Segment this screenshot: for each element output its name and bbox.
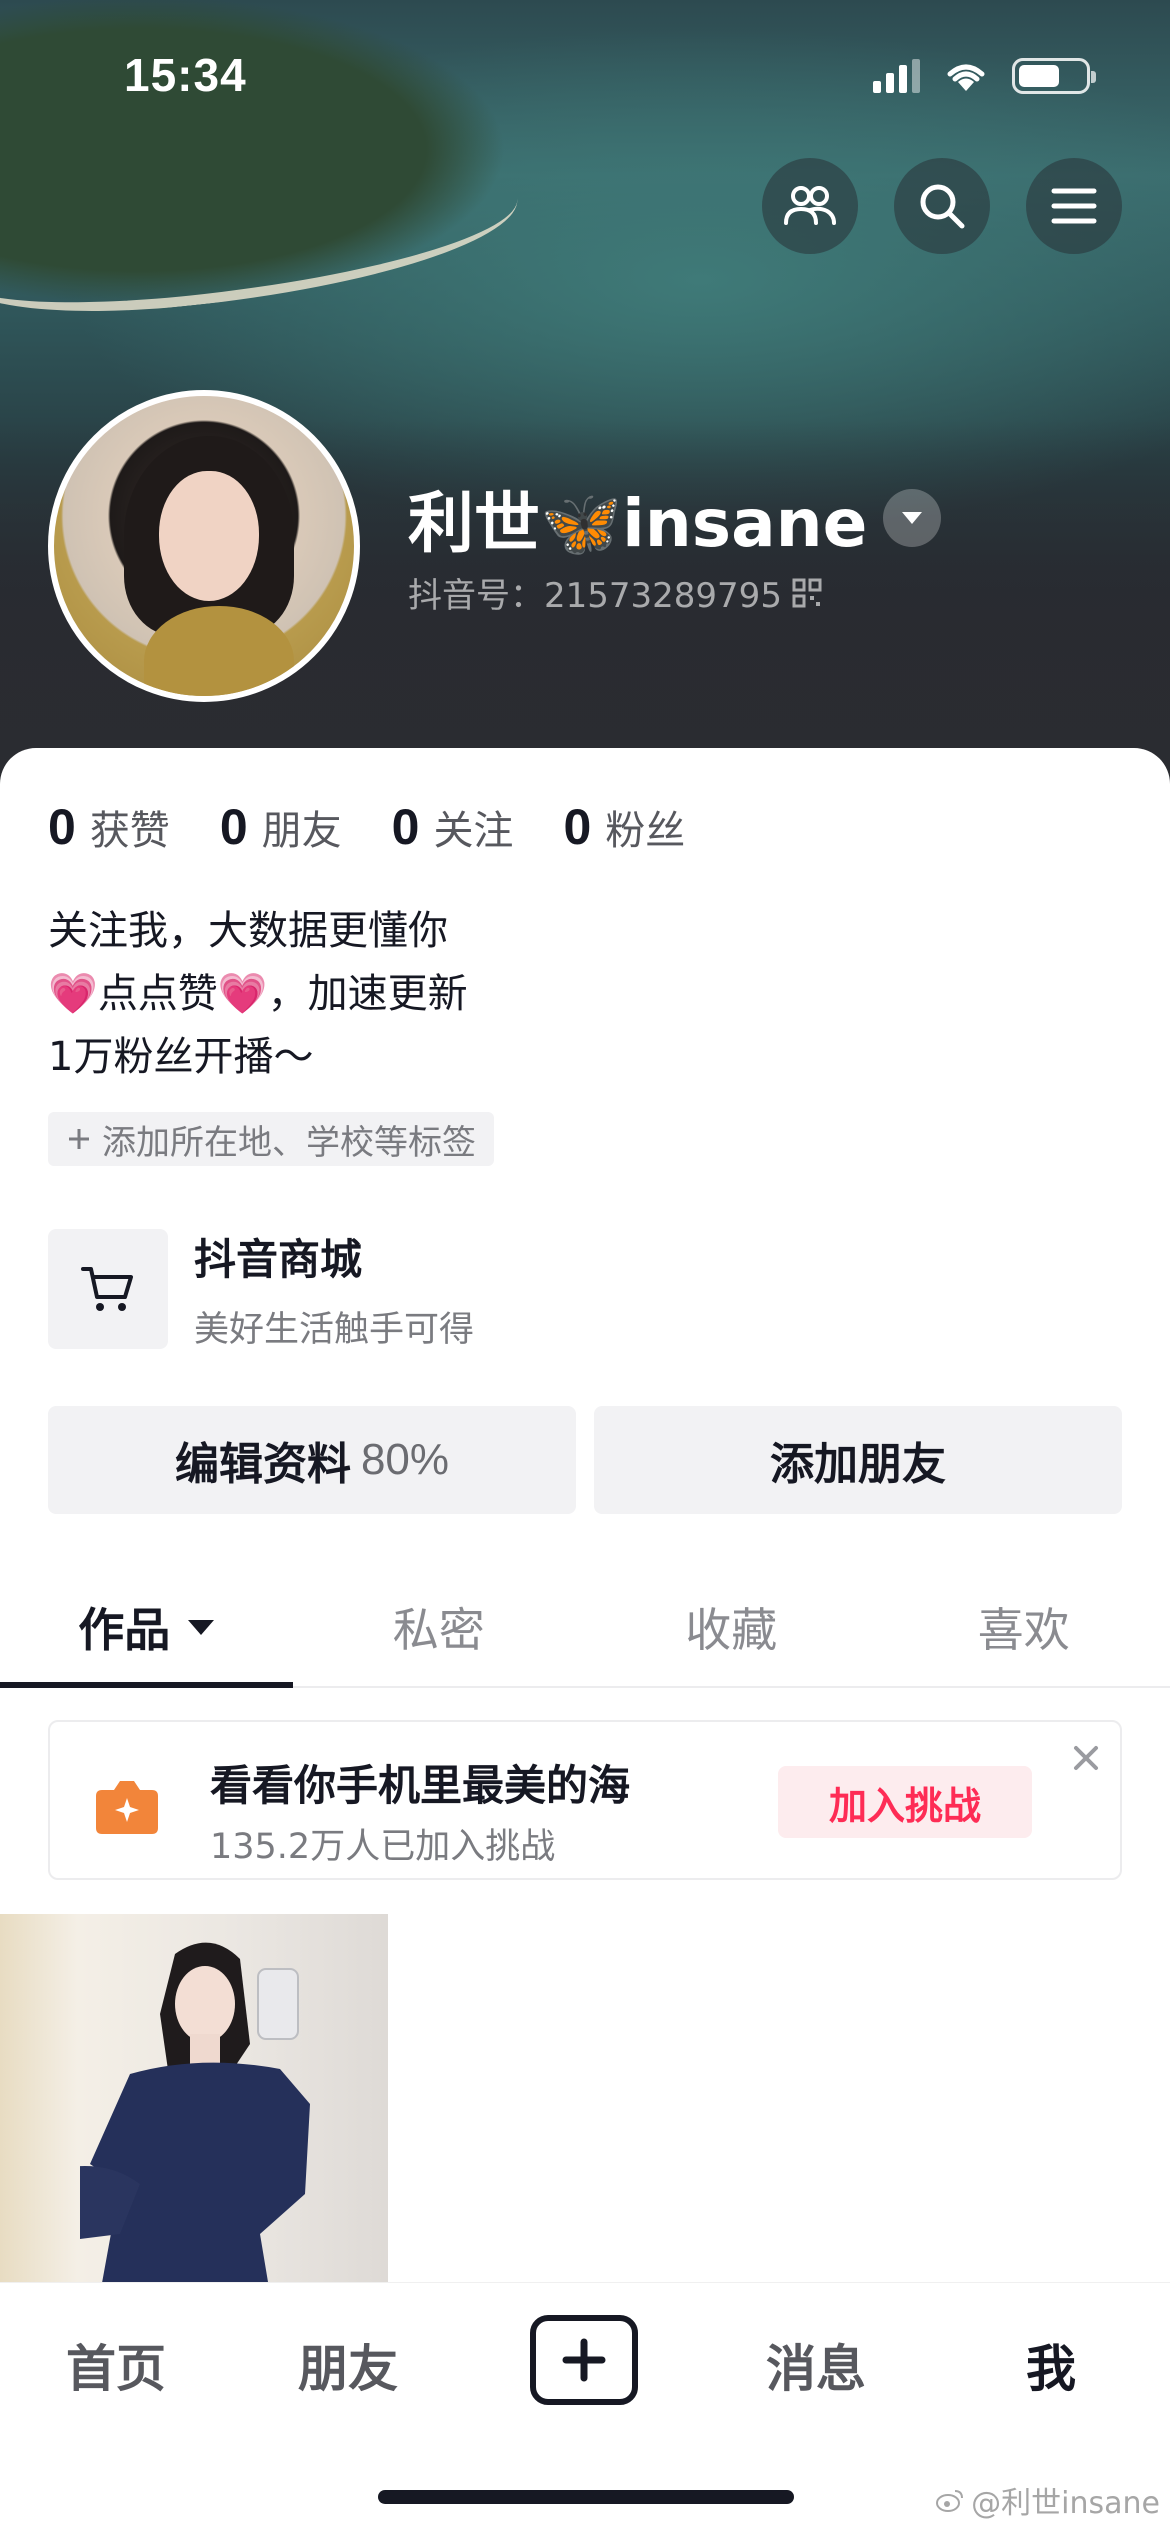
bio-text: 点点赞 [97, 971, 218, 1017]
bio[interactable]: 关注我，大数据更懂你 💗点点赞💗，加速更新 1万粉丝开播～ [48, 900, 468, 1089]
bio-line: 💗点点赞💗，加速更新 [48, 963, 468, 1026]
tab-label: 私密 [392, 1603, 485, 1657]
menu-icon [1051, 188, 1097, 224]
stat-label: 朋友 [261, 808, 342, 854]
stat-value: 0 [391, 799, 420, 855]
avatar[interactable] [48, 390, 360, 702]
qrcode-icon [792, 578, 822, 607]
stat-label: 关注 [433, 808, 514, 854]
heart-emoji: 💗 [217, 971, 268, 1017]
tab-works[interactable]: 作品 [0, 1568, 293, 1688]
stat-label: 获赞 [89, 808, 170, 854]
bio-line: 关注我，大数据更懂你 [48, 908, 448, 954]
account-switch-button[interactable] [883, 489, 942, 547]
mall-title: 抖音商城 [194, 1235, 363, 1284]
thumbnail-person-image [80, 1942, 310, 2282]
friends-icon [784, 186, 836, 225]
profile-name-row: 利世🦋insane [408, 470, 942, 566]
profile-screen: 15:34 利世🦋insane 抖音号：21573289795 0 获赞 0 朋… [0, 0, 1170, 2532]
cover-beach-decoration [0, 151, 525, 329]
stat-friends[interactable]: 0 朋友 [220, 798, 342, 856]
heart-emoji: 💗 [48, 971, 98, 1017]
add-friend-label: 添加朋友 [770, 1439, 946, 1490]
add-tag-label: 添加所在地、学校等标签 [102, 1122, 476, 1163]
tab-label: 喜欢 [977, 1603, 1070, 1657]
wifi-icon [947, 64, 985, 91]
stat-following[interactable]: 0 关注 [392, 798, 514, 856]
bio-text: ，加速更新 [267, 971, 468, 1017]
stat-value: 0 [563, 799, 592, 855]
close-icon[interactable] [1066, 1738, 1106, 1778]
weibo-icon [936, 2490, 964, 2512]
douyin-id: 抖音号：21573289795 [408, 576, 782, 616]
challenge-title: 看看你手机里最美的海 [210, 1761, 631, 1810]
home-indicator[interactable] [378, 2490, 794, 2504]
profile-completion: 80% [360, 1435, 450, 1484]
challenge-banner[interactable]: 看看你手机里最美的海 135.2万人已加入挑战 加入挑战 [48, 1720, 1122, 1880]
plus-icon [69, 1129, 89, 1149]
tab-private[interactable]: 私密 [293, 1568, 586, 1686]
stats-row: 0 获赞 0 朋友 0 关注 0 粉丝 [48, 798, 685, 856]
edit-profile-label: 编辑资料 [174, 1439, 351, 1490]
mall-subtitle: 美好生活触手可得 [194, 1310, 475, 1350]
douyin-mall-entry[interactable]: 抖音商城 美好生活触手可得 [48, 1226, 474, 1352]
stat-value: 0 [219, 799, 248, 855]
profile-name: 利世🦋insane [408, 485, 868, 562]
cart-icon [81, 1267, 133, 1311]
watermark: @利世insane [935, 2478, 1160, 2522]
profile-card: 0 获赞 0 朋友 0 关注 0 粉丝 关注我，大数据更懂你 💗点点赞💗，加速更… [0, 748, 1170, 2532]
action-buttons: 编辑资料 80% 添加朋友 [48, 1406, 1122, 1514]
avatar-face [159, 471, 259, 601]
search-icon [920, 184, 965, 229]
add-tag-chip[interactable]: 添加所在地、学校等标签 [48, 1112, 494, 1166]
stat-followers[interactable]: 0 粉丝 [563, 798, 685, 856]
tab-label: 收藏 [685, 1603, 778, 1657]
mall-icon-box [48, 1229, 168, 1349]
content-tabs: 作品 私密 收藏 喜欢 [0, 1568, 1170, 1688]
tab-likes[interactable]: 喜欢 [878, 1568, 1170, 1686]
caret-down-icon [188, 1619, 215, 1635]
tab-label: 作品 [78, 1603, 171, 1657]
video-thumbnail[interactable] [0, 1914, 388, 2282]
edit-profile-button[interactable]: 编辑资料 80% [48, 1406, 576, 1514]
join-challenge-button[interactable]: 加入挑战 [778, 1766, 1032, 1838]
stat-label: 粉丝 [605, 808, 686, 854]
status-time: 15:34 [124, 49, 247, 101]
stat-value: 0 [48, 799, 76, 855]
douyin-id-row[interactable]: 抖音号：21573289795 [408, 568, 822, 617]
chevron-down-icon [902, 512, 923, 524]
watermark-text: @利世insane [971, 2486, 1160, 2521]
challenge-camera-icon [96, 1781, 158, 1834]
challenge-subtitle: 135.2万人已加入挑战 [210, 1827, 556, 1867]
mall-text: 抖音商城 美好生活触手可得 [194, 1226, 474, 1352]
search-button[interactable] [894, 158, 990, 254]
tab-favorites[interactable]: 收藏 [585, 1568, 878, 1686]
bio-line: 1万粉丝开播～ [48, 1034, 314, 1080]
status-icons [873, 58, 1096, 94]
plus-icon [562, 2338, 606, 2382]
cellular-signal-icon [873, 59, 920, 93]
nav-messages[interactable]: 消息 [766, 2329, 866, 2401]
add-friend-button[interactable]: 添加朋友 [594, 1406, 1122, 1514]
create-button[interactable] [530, 2315, 638, 2405]
nav-home[interactable]: 首页 [66, 2329, 166, 2401]
menu-button[interactable] [1026, 158, 1122, 254]
nav-friends[interactable]: 朋友 [298, 2329, 398, 2401]
nav-me[interactable]: 我 [1026, 2329, 1076, 2401]
battery-icon [1012, 58, 1096, 94]
friends-button[interactable] [762, 158, 858, 254]
stat-likes[interactable]: 0 获赞 [48, 798, 170, 856]
